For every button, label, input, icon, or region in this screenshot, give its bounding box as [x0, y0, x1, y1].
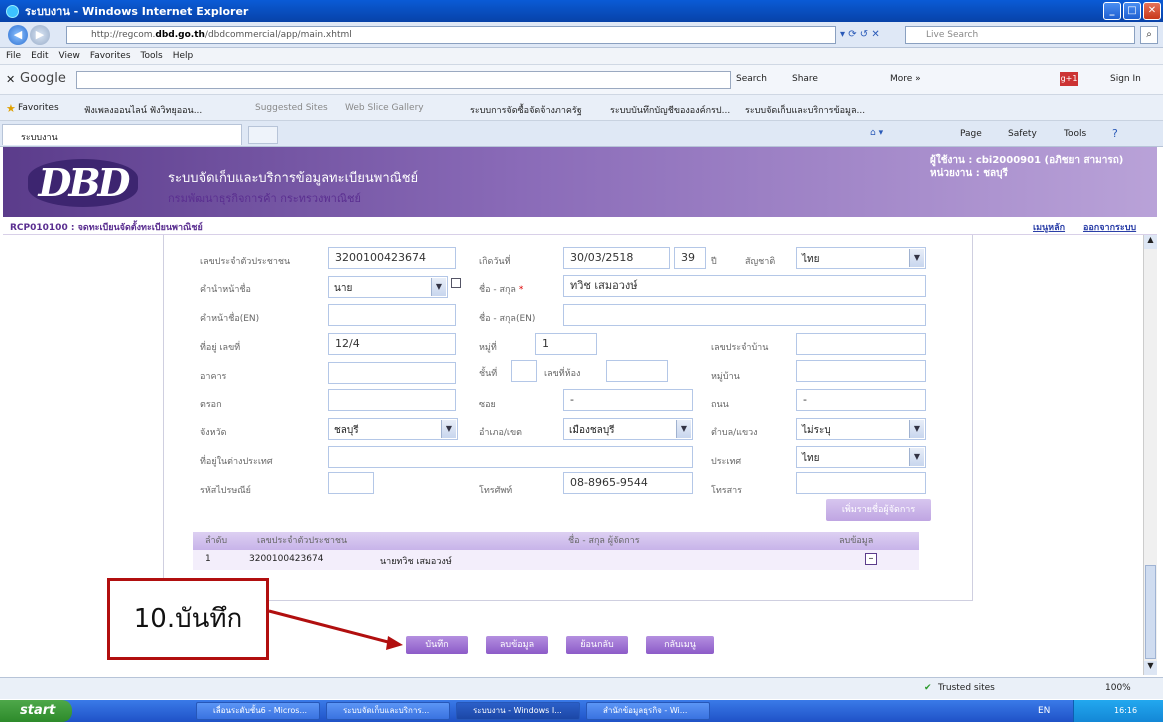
callout-arrow [268, 609, 403, 650]
system-tray: 16:16 [1073, 700, 1163, 722]
start-button[interactable]: start [0, 700, 72, 722]
check-icon: ✔ [924, 683, 932, 693]
taskbar-item-word[interactable]: เลื่อนระดับชั้น6 - Micros... [196, 702, 320, 720]
zoom-label[interactable]: 100% [1105, 683, 1131, 693]
language-indicator[interactable]: EN [1038, 706, 1050, 716]
page-scrollbar[interactable]: ▲ ▼ [1143, 235, 1157, 675]
taskbar-item-ie2[interactable]: ระบบงาน - Windows I... [456, 702, 580, 720]
taskbar-item-ie1[interactable]: ระบบจัดเก็บและบริการ... [326, 702, 450, 720]
clock: 16:16 [1114, 706, 1138, 715]
taskbar: start เลื่อนระดับชั้น6 - Micros... ระบบจ… [0, 700, 1163, 722]
status-bar: ✔ Trusted sites 100% [0, 677, 1163, 699]
scroll-down-icon[interactable]: ▼ [1144, 661, 1157, 675]
taskbar-item-ie3[interactable]: สำนักข้อมูลธุรกิจ - Wi... [586, 702, 710, 720]
scroll-up-icon[interactable]: ▲ [1144, 235, 1157, 249]
scroll-thumb[interactable] [1145, 565, 1156, 659]
zone-label: Trusted sites [938, 683, 995, 693]
